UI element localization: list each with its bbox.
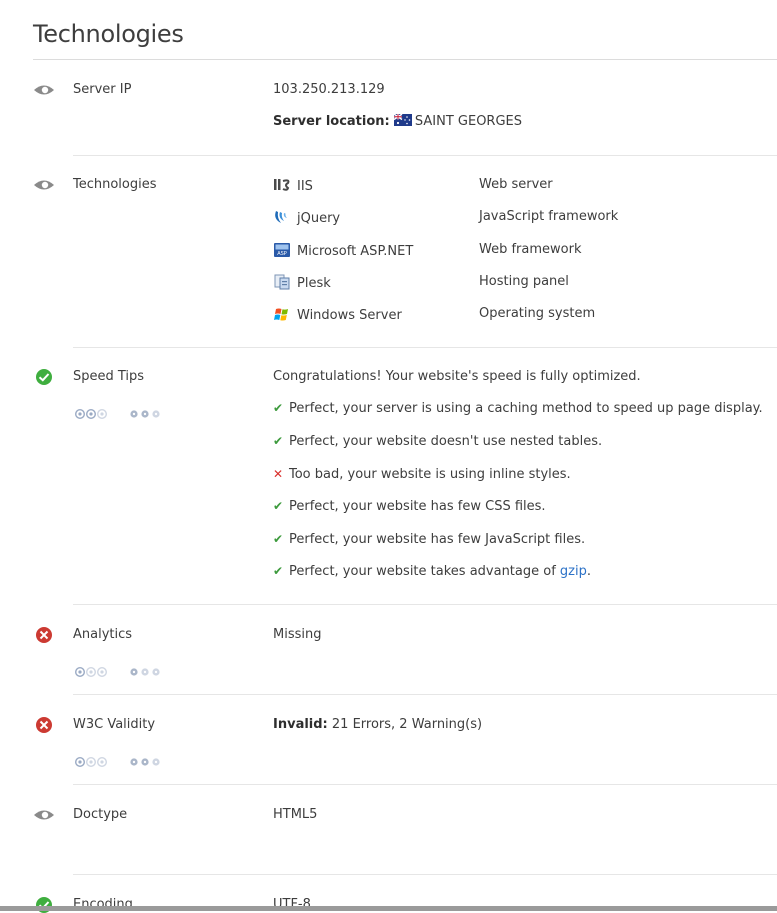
jquery-logo-icon — [275, 211, 287, 223]
eye-icon — [34, 180, 54, 190]
check-icon: ✔ — [273, 434, 284, 448]
row-divider — [73, 874, 777, 875]
speed-tip-item: ✔ Perfect, your website doesn't use neste… — [273, 434, 603, 449]
doctype-label: Doctype — [73, 807, 128, 822]
windows-logo-icon — [274, 308, 288, 321]
rating-meter — [75, 408, 160, 420]
tech-name: Windows Server — [297, 308, 402, 323]
speed-tip-item: ✔ Perfect, your website takes advantage o… — [273, 564, 592, 579]
doctype-value: HTML5 — [273, 807, 318, 822]
server-location-label: Server location: — [273, 114, 390, 129]
speed-tip-item: ✔ Perfect, your website has few JavaScrip… — [273, 532, 586, 547]
w3c-detail: 21 Errors, 2 Warning(s) — [331, 717, 483, 732]
speed-summary: Congratulations! Your website's speed is… — [273, 369, 641, 384]
tech-category: Hosting panel — [479, 274, 569, 289]
server-location-value: SAINT GEORGES — [414, 114, 523, 129]
circle-rating-icon — [75, 666, 108, 678]
tech-category: Web server — [479, 177, 553, 192]
window-bottom-edge — [0, 906, 777, 911]
svg-text:ASP: ASP — [277, 251, 287, 257]
gear-rating-icon — [130, 668, 160, 676]
cross-icon: ✕ — [273, 467, 284, 481]
australia-flag-icon — [393, 114, 412, 126]
aspnet-logo-icon: ASP — [274, 243, 290, 257]
gear-rating-icon — [130, 410, 160, 418]
error-circle-icon — [36, 717, 52, 733]
check-icon: ✔ — [273, 401, 284, 415]
tech-name: IIS — [297, 179, 313, 194]
gear-rating-icon — [130, 758, 160, 766]
tech-item-plesk[interactable]: Plesk — [273, 274, 331, 291]
eye-icon — [34, 85, 54, 95]
rating-meter — [75, 666, 160, 678]
server-ip-label: Server IP — [73, 82, 132, 97]
row-divider — [73, 694, 777, 695]
speed-tip-item: ✔ Perfect, your website has few CSS files… — [273, 499, 546, 514]
tech-category: Operating system — [479, 306, 596, 321]
check-icon: ✔ — [273, 499, 284, 513]
tech-item-aspnet[interactable]: ASP Microsoft ASP.NET — [273, 242, 413, 259]
check-icon: ✔ — [273, 532, 284, 546]
plesk-logo-icon — [274, 274, 290, 290]
server-location: Server location: SAINT GEORGES — [273, 114, 522, 129]
circle-rating-icon — [75, 756, 108, 768]
rating-meter — [75, 756, 160, 768]
tech-name: Microsoft ASP.NET — [297, 244, 414, 259]
row-divider — [73, 347, 777, 348]
speed-tip-item: ✕ Too bad, your website is using inline s… — [273, 467, 571, 482]
section-title: Technologies — [33, 20, 184, 48]
tech-item-windows-server[interactable]: Windows Server — [273, 306, 402, 323]
tech-item-jquery[interactable]: jQuery — [273, 209, 340, 226]
check-icon: ✔ — [273, 564, 284, 578]
iis-logo-icon — [274, 179, 290, 191]
eye-icon — [34, 810, 54, 820]
speed-tip-item: ✔ Perfect, your server is using a caching… — [273, 401, 763, 416]
tech-category: Web framework — [479, 242, 582, 257]
w3c-value: Invalid: 21 Errors, 2 Warning(s) — [273, 717, 482, 732]
tech-category: JavaScript framework — [479, 209, 619, 224]
analytics-value: Missing — [273, 627, 322, 642]
w3c-label: W3C Validity — [73, 717, 156, 732]
analytics-label: Analytics — [73, 627, 133, 642]
server-ip-value: 103.250.213.129 — [273, 82, 385, 97]
tech-item-iis[interactable]: IIS — [273, 177, 313, 194]
gzip-link[interactable]: gzip — [560, 564, 587, 579]
tech-name: Plesk — [297, 276, 331, 291]
w3c-status: Invalid: — [273, 717, 328, 732]
check-circle-icon — [36, 369, 52, 385]
title-divider — [33, 59, 777, 60]
row-divider — [73, 155, 777, 156]
speed-tips-label: Speed Tips — [73, 369, 145, 384]
row-divider — [73, 604, 777, 605]
row-divider — [73, 784, 777, 785]
circle-rating-icon — [75, 408, 108, 420]
technologies-label: Technologies — [73, 177, 157, 192]
tech-name: jQuery — [297, 211, 341, 226]
error-circle-icon — [36, 627, 52, 643]
